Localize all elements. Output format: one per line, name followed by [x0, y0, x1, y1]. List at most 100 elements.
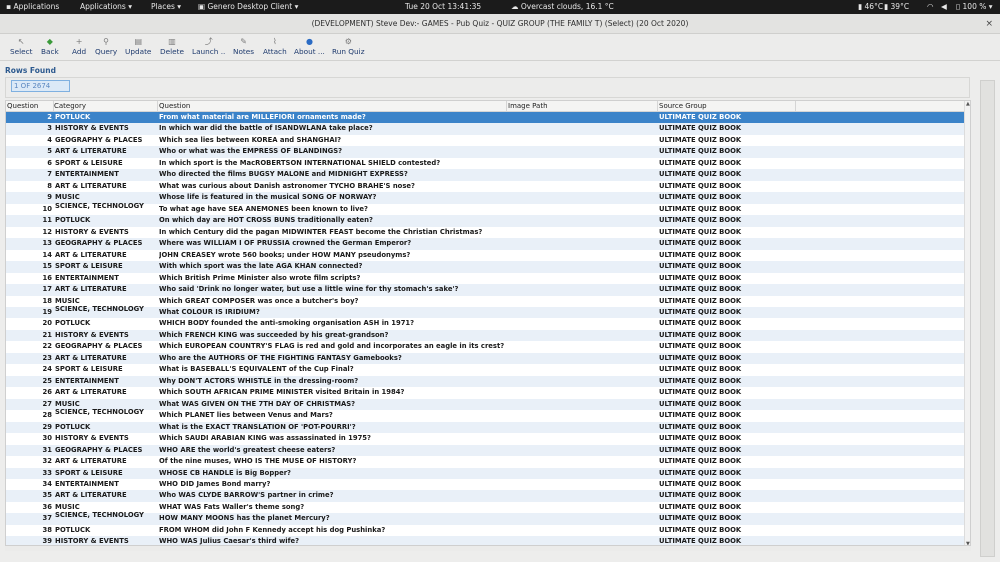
table-row[interactable]: 29 POTLUCK What is the EXACT TRANSLATION O… [6, 421, 964, 434]
table-row[interactable]: 16 ENTERTAINMENT Which British Prime Minis… [6, 273, 964, 284]
back-label: Back [41, 47, 59, 56]
table-row[interactable]: 25 ENTERTAINMENT Why DON'T ACTORS WHISTLE … [6, 375, 964, 388]
horizontal-scroll-track[interactable] [5, 546, 971, 551]
cell-category: POTLUCK [55, 422, 91, 431]
cell-question-id: 18 [42, 296, 52, 305]
cell-source-group: ULTIMATE QUIZ BOOK [659, 445, 742, 454]
update-button[interactable]: ▤ Update [125, 36, 151, 56]
table-row[interactable]: 8 ART & LITERATURE What was curious about … [6, 181, 964, 192]
table-row[interactable]: 2 POTLUCK From what material are MILLEFIOR… [6, 112, 964, 124]
table-row[interactable]: 14 ART & LITERATURE JOHN CREASEY wrote 560… [6, 250, 964, 261]
table-row[interactable]: 7 ENTERTAINMENT Who directed the films BUG… [6, 169, 964, 181]
clock[interactable]: Tue 20 Oct 13:41:35 [405, 0, 481, 14]
scroll-up-icon[interactable]: ▲ [966, 101, 970, 107]
notes-button[interactable]: ✎ Notes [233, 36, 254, 56]
cell-question: Whose life is featured in the musical SO… [159, 193, 377, 202]
dropdown-arrow-icon: ▾ [128, 2, 132, 11]
add-button[interactable]: + Add [72, 36, 86, 56]
close-icon[interactable]: × [985, 14, 993, 34]
cell-question: WHOSE CB HANDLE is Big Bopper? [159, 468, 291, 477]
table-row[interactable]: 35 ART & LITERATURE Who WAS CLYDE BARROW'S… [6, 490, 964, 502]
app-menu[interactable]: ▣ Genero Desktop Client ▾ [198, 0, 298, 14]
cell-source-group: ULTIMATE QUIZ BOOK [659, 388, 742, 397]
attach-button[interactable]: ⌇ Attach [263, 36, 287, 56]
table-row[interactable]: 6 SPORT & LEISURE In which sport is the Ma… [6, 158, 964, 169]
back-icon: ◆ [46, 37, 53, 46]
select-button[interactable]: ↖ Select [10, 36, 33, 56]
cell-category: ART & LITERATURE [55, 388, 127, 397]
table-row[interactable]: 39 HISTORY & EVENTS WHO WAS Julius Caesar'… [6, 536, 964, 546]
cell-question: On which day are HOT CROSS BUNS traditio… [159, 216, 373, 225]
cell-question-id: 33 [42, 468, 52, 477]
activities-button[interactable]: ▪ Applications [6, 0, 59, 14]
table-row[interactable]: 15 SPORT & LEISURE With which sport was th… [6, 261, 964, 273]
about-button[interactable]: ● About ... [294, 36, 325, 56]
table-row[interactable]: 12 HISTORY & EVENTS In which Century did t… [6, 227, 964, 238]
table-row[interactable]: 11 POTLUCK On which day are HOT CROSS BUNS… [6, 215, 964, 227]
launch-button[interactable]: ⤴ Launch .. [192, 36, 225, 56]
table-row[interactable]: 26 ART & LITERATURE Which SOUTH AFRICAN PR… [6, 387, 964, 398]
places-menu[interactable]: Places ▾ [151, 0, 181, 14]
cell-question-id: 39 [42, 537, 52, 546]
notes-icon: ✎ [240, 37, 247, 46]
table-row[interactable]: 31 GEOGRAPHY & PLACES WHO ARE the world's … [6, 444, 964, 457]
back-button[interactable]: ◆ Back [41, 36, 59, 56]
cpu-temp-indicator[interactable]: ▮ 46°C [858, 0, 883, 14]
column-header-question-id[interactable]: Question [7, 102, 38, 110]
table-row[interactable]: 3 HISTORY & EVENTS In which war did the ba… [6, 123, 964, 135]
cell-question: Who WAS CLYDE BARROW'S partner in crime? [159, 491, 334, 500]
table-row[interactable]: 33 SPORT & LEISURE WHOSE CB HANDLE is Big … [6, 467, 964, 479]
table-row[interactable]: 30 HISTORY & EVENTS Which SAUDI ARABIAN KI… [6, 433, 964, 444]
column-header-question[interactable]: Question [159, 102, 190, 110]
delete-button[interactable]: ▥ Delete [160, 36, 184, 56]
table-row[interactable]: 28 SCIENCE, TECHNOLOGY Which PLANET lies b… [6, 409, 964, 421]
column-header-category[interactable]: Category [54, 102, 86, 110]
table-row[interactable]: 10 SCIENCE, TECHNOLOGY To what age have SE… [6, 203, 964, 215]
cell-category: HISTORY & EVENTS [55, 124, 129, 133]
table-row[interactable]: 23 ART & LITERATURE Who are the AUTHORS OF… [6, 352, 964, 365]
cell-question: Why DON'T ACTORS WHISTLE in the dressing… [159, 376, 359, 385]
table-row[interactable]: 13 GEOGRAPHY & PLACES Where was WILLIAM I … [6, 238, 964, 250]
table-row[interactable]: 17 ART & LITERATURE Who said 'Drink no lon… [6, 284, 964, 296]
gpu-temp-indicator[interactable]: ▮ 39°C [884, 0, 909, 14]
cell-category: SCIENCE, TECHNOLOGY [55, 305, 144, 313]
query-button[interactable]: ⚲ Query [95, 36, 117, 56]
cell-source-group: ULTIMATE QUIZ BOOK [659, 491, 742, 500]
table-row[interactable]: 24 SPORT & LEISURE What is BASEBALL'S EQUI… [6, 364, 964, 375]
column-header-source-group[interactable]: Source Group [659, 102, 707, 110]
wifi-icon[interactable]: ◠ [927, 0, 934, 14]
column-header-image-path[interactable]: Image Path [508, 102, 548, 110]
table-row[interactable]: 22 GEOGRAPHY & PLACES Which EUROPEAN COUNT… [6, 341, 964, 352]
table-row[interactable]: 38 POTLUCK FROM WHOM did John F Kennedy ac… [6, 525, 964, 536]
weather-indicator[interactable]: ☁ Overcast clouds, 16.1 °C [511, 0, 614, 14]
table-row[interactable]: 4 GEOGRAPHY & PLACES Which sea lies betwee… [6, 135, 964, 146]
record-counter-field[interactable]: 1 OF 2674 [11, 80, 70, 92]
cell-question: In which Century did the pagan MIDWINTER… [159, 227, 483, 236]
table-row[interactable]: 21 HISTORY & EVENTS Which FRENCH KING was … [6, 329, 964, 342]
vertical-scrollbar[interactable]: ▲ ▼ [964, 101, 970, 545]
cell-question: FROM WHOM did John F Kennedy accept his … [159, 525, 386, 534]
cell-question-id: 20 [42, 319, 52, 328]
volume-icon[interactable]: ◀ [941, 0, 947, 14]
table-row[interactable]: 19 SCIENCE, TECHNOLOGY What COLOUR IS IRID… [6, 305, 964, 319]
cell-question: Which British Prime Minister also wrote … [159, 273, 361, 282]
table-row[interactable]: 37 SCIENCE, TECHNOLOGY HOW MANY MOONS has … [6, 512, 964, 525]
cell-question: WHICH BODY founded the anti-smoking orga… [159, 319, 415, 328]
cell-source-group: ULTIMATE QUIZ BOOK [659, 502, 742, 511]
cell-question-id: 24 [42, 365, 52, 374]
table-row[interactable]: 32 ART & LITERATURE Of the nine muses, WHO… [6, 456, 964, 467]
paperclip-icon: ⌇ [272, 37, 277, 46]
table-row[interactable]: 20 POTLUCK WHICH BODY founded the anti-smo… [6, 318, 964, 329]
cell-question: From what material are MILLEFIORI orname… [159, 113, 366, 121]
cell-source-group: ULTIMATE QUIZ BOOK [659, 250, 742, 259]
run-quiz-button[interactable]: ⚙ Run Quiz [332, 36, 365, 56]
table-row[interactable]: 5 ART & LITERATURE Who or what was the EMP… [6, 146, 964, 158]
battery-indicator[interactable]: ▯ 100 % ▾ [956, 0, 993, 14]
applications-menu[interactable]: Applications ▾ [80, 0, 132, 14]
cell-source-group: ULTIMATE QUIZ BOOK [659, 457, 742, 466]
table-row[interactable]: 34 ENTERTAINMENT WHO DID James Bond marry?… [6, 479, 964, 490]
cell-category: POTLUCK [55, 216, 91, 225]
cell-question: Who are the AUTHORS OF THE FIGHTING FANT… [159, 353, 402, 362]
system-top-bar: ▪ Applications Applications ▾ Places ▾ ▣… [0, 0, 1000, 14]
cell-question-id: 11 [42, 216, 52, 225]
